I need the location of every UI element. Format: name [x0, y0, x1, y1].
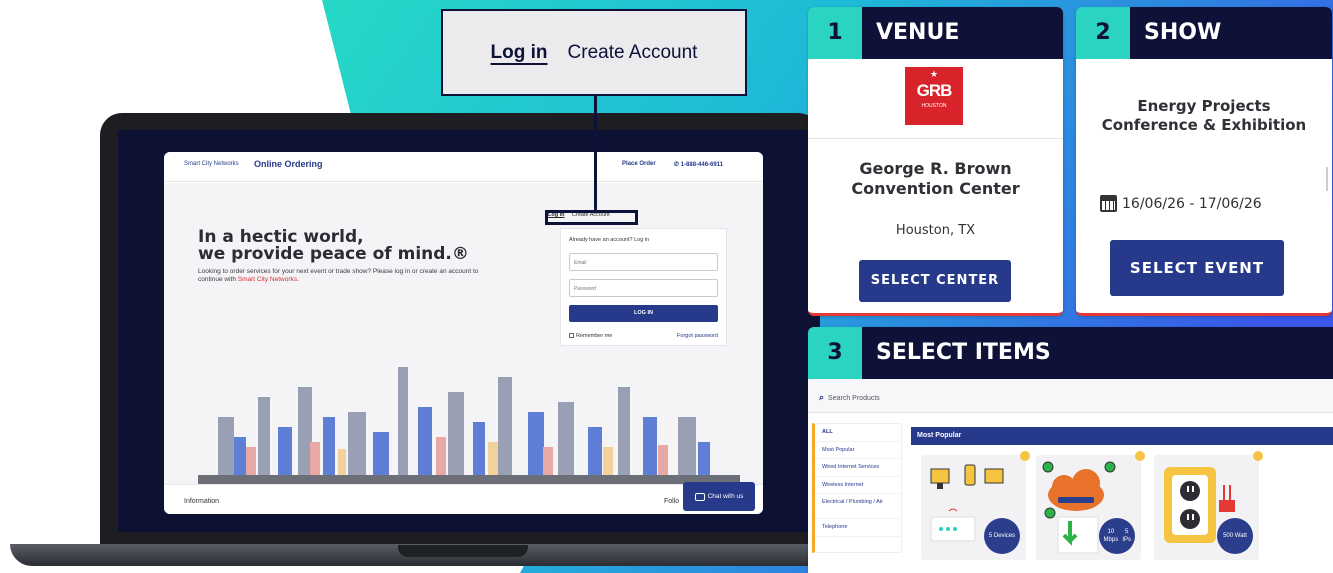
- category-wireless-internet[interactable]: Wireless Internet: [815, 477, 901, 494]
- forgot-password-link[interactable]: Forgot password: [677, 333, 718, 339]
- callout-connector-line: [594, 96, 597, 213]
- hero-sub-end: .: [296, 276, 299, 283]
- password-field[interactable]: Password: [569, 279, 718, 297]
- step-title: VENUE: [876, 20, 960, 45]
- show-name-line-2: Conference & Exhibition: [1101, 116, 1307, 134]
- site-footer: Information Follo: [164, 484, 763, 514]
- step-title: SELECT ITEMS: [876, 340, 1051, 365]
- badge-value: 500: [1223, 533, 1234, 539]
- show-card: 2 SHOW Energy Projects Conference & Exhi…: [1076, 7, 1332, 316]
- items-header: 3 SELECT ITEMS: [808, 327, 1333, 379]
- site-header: Smart City Networks Online Ordering Plac…: [164, 152, 763, 182]
- callout-login[interactable]: Log in: [491, 42, 548, 64]
- grb-logo-text: GRB: [916, 81, 953, 100]
- laptop-notch: [398, 545, 528, 557]
- footer-follow[interactable]: Follo: [664, 498, 679, 505]
- category-most-popular[interactable]: Most Popular: [815, 442, 901, 459]
- remember-me-label: Remember me: [576, 333, 613, 339]
- chat-label: Chat with us: [707, 493, 744, 500]
- category-list: ALL Most Popular Wired Internet Services…: [812, 423, 902, 553]
- step-number: 3: [808, 327, 862, 379]
- venue-city: Houston, TX: [895, 223, 976, 238]
- badge-value: 10 Mbps: [1103, 529, 1119, 543]
- phone-number[interactable]: ✆ 1-888-446-6911: [674, 161, 723, 168]
- footer-information[interactable]: Information: [184, 498, 219, 505]
- show-dates: 16/06/26 - 17/06/26: [1100, 195, 1262, 212]
- hero-title: In a hectic world, we provide peace of m…: [198, 229, 518, 263]
- hero-sub-link[interactable]: Smart City Networks: [238, 276, 297, 283]
- product-badge: 10 Mbps 5 IPs: [1099, 518, 1135, 554]
- login-callout: Log in Create Account: [441, 9, 747, 96]
- badge-value: 5: [988, 533, 993, 539]
- chat-icon: [694, 492, 705, 501]
- hero-line-2: we provide peace of mind.®: [198, 244, 469, 264]
- select-event-button[interactable]: SELECT EVENT: [1110, 240, 1284, 296]
- step-number: 2: [1076, 7, 1130, 59]
- product-card-power[interactable]: 500 Watt: [1154, 451, 1263, 560]
- show-dates-text: 16/06/26 - 17/06/26: [1122, 195, 1262, 212]
- category-telephone[interactable]: Telephone: [815, 519, 901, 537]
- product-badge: 5 Devices: [984, 518, 1020, 554]
- search-placeholder: Search Products: [828, 395, 880, 402]
- brand-name[interactable]: Smart City Networks: [184, 161, 239, 167]
- phone-icon: ✆: [674, 162, 681, 168]
- venue-name: George R. Brown Convention Center: [851, 159, 1020, 198]
- checkbox-icon: [569, 333, 574, 338]
- category-wired-internet[interactable]: Wired Internet Services: [815, 459, 901, 477]
- place-order-link[interactable]: Place Order: [622, 161, 656, 167]
- show-header: 2 SHOW: [1076, 7, 1332, 59]
- step-title: SHOW: [1144, 20, 1222, 45]
- login-button[interactable]: LOG IN: [569, 305, 718, 322]
- step-number: 1: [808, 7, 862, 59]
- search-icon: ⌕: [819, 392, 825, 402]
- category-electrical[interactable]: Electrical / Plumbing / Air: [815, 494, 901, 519]
- grb-logo-sub: HOUSTON: [921, 103, 947, 109]
- badge-unit: Watt: [1234, 533, 1247, 539]
- chat-with-us-button[interactable]: Chat with us: [683, 482, 755, 511]
- grb-houston-logo: ★ GRB HOUSTON: [905, 67, 963, 125]
- scrollbar[interactable]: [1326, 167, 1328, 191]
- badge-unit: 5 IPs: [1122, 529, 1132, 543]
- venue-header: 1 VENUE: [808, 7, 1063, 59]
- most-popular-header: Most Popular: [911, 427, 1333, 445]
- phone-text: 1-888-446-6911: [680, 162, 724, 168]
- select-center-button[interactable]: SELECT CENTER: [859, 260, 1011, 302]
- star-icon: ★: [929, 70, 939, 80]
- select-items-card: 3 SELECT ITEMS ⌕ Search Products ALL Most…: [808, 327, 1333, 573]
- search-input[interactable]: ⌕ Search Products: [808, 379, 1333, 413]
- online-ordering-title[interactable]: Online Ordering: [254, 159, 323, 169]
- callout-highlight-box: [545, 210, 638, 225]
- callout-create-account[interactable]: Create Account: [568, 42, 698, 64]
- remember-me-checkbox[interactable]: Remember me: [569, 333, 612, 339]
- show-name: Energy Projects Conference & Exhibition: [1076, 97, 1332, 135]
- product-card-internet[interactable]: 10 Mbps 5 IPs: [1036, 451, 1145, 560]
- website-screenshot: Smart City Networks Online Ordering Plac…: [164, 152, 763, 514]
- city-skyline-illustration: [198, 367, 740, 484]
- login-prompt: Already have an account? Log in: [569, 237, 650, 243]
- show-name-line-1: Energy Projects: [1137, 97, 1271, 115]
- venue-card: 1 VENUE ★ GRB HOUSTON George R. Brown Co…: [808, 7, 1063, 316]
- email-field[interactable]: Email: [569, 253, 718, 271]
- product-badge: 500 Watt: [1217, 518, 1253, 554]
- category-all[interactable]: ALL: [815, 424, 901, 442]
- calendar-icon: [1100, 195, 1117, 212]
- badge-unit: Devices: [993, 533, 1016, 539]
- login-form: Already have an account? Log in Email Pa…: [560, 228, 727, 346]
- product-card-wireless[interactable]: 5 Devices: [921, 451, 1030, 560]
- divider: [808, 138, 1063, 139]
- hero-subtitle: Looking to order services for your next …: [198, 268, 488, 284]
